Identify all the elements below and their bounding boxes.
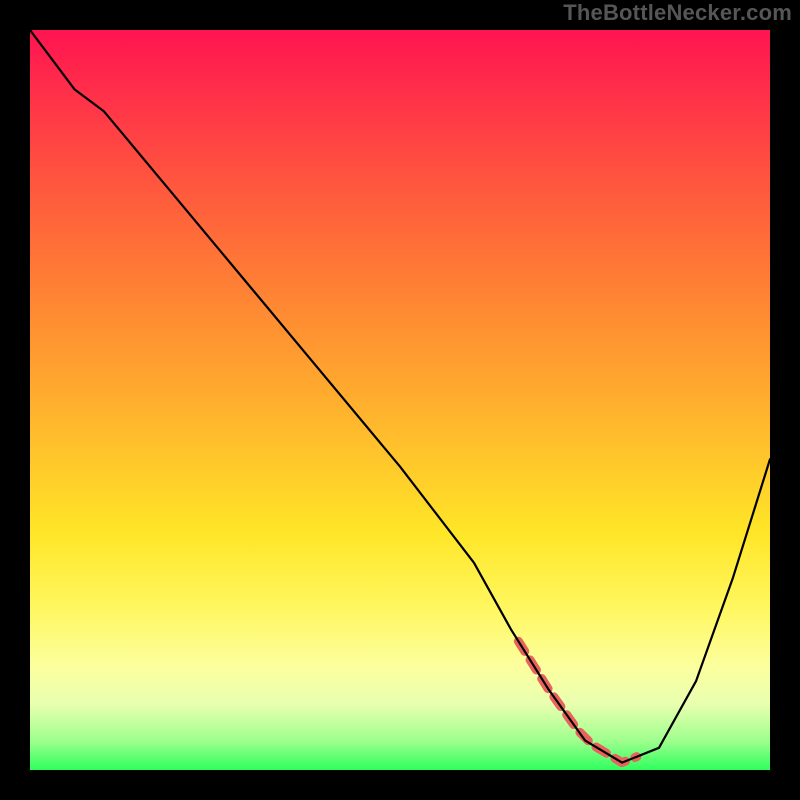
plot-area (30, 30, 770, 770)
trough-highlight (518, 641, 636, 762)
curve-line (30, 30, 770, 763)
chart-frame: TheBottleNecker.com (0, 0, 800, 800)
curve-overlay (30, 30, 770, 770)
attribution-label: TheBottleNecker.com (563, 0, 792, 26)
